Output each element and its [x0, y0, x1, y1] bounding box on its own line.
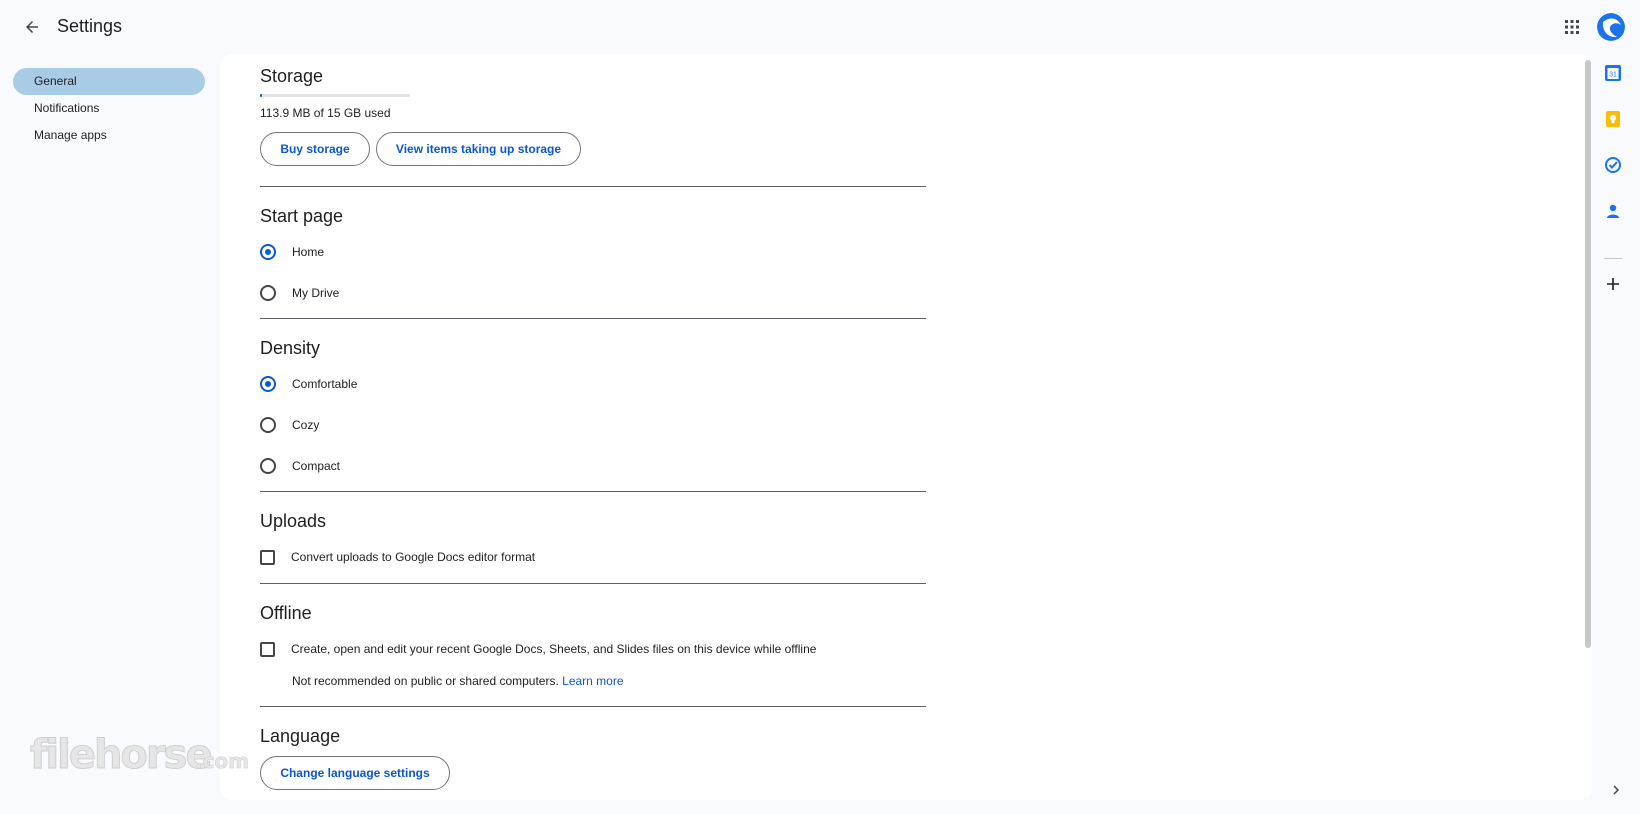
nav-item-general[interactable]: General: [13, 68, 205, 95]
svg-text:31: 31: [1609, 72, 1617, 79]
divider: [260, 491, 926, 492]
storage-usage-bar: [260, 94, 410, 97]
start-page-option-home[interactable]: Home: [260, 242, 324, 262]
account-avatar-icon: [1597, 13, 1625, 41]
checkbox-unchecked-icon[interactable]: [260, 549, 275, 565]
radio-selected-icon[interactable]: [260, 244, 276, 260]
option-label: Create, open and edit your recent Google…: [291, 642, 817, 656]
option-label: Cozy: [292, 418, 320, 432]
add-icon: [1607, 278, 1619, 290]
option-label: Compact: [292, 459, 341, 473]
change-language-button[interactable]: Change language settings: [260, 756, 450, 790]
rail-divider: [1604, 258, 1622, 259]
nav-item-manage-apps[interactable]: Manage apps: [13, 122, 205, 149]
svg-text:.com: .com: [195, 749, 249, 773]
arrow-back-icon: [26, 21, 38, 33]
tasks-icon: [1605, 157, 1621, 173]
filehorse-watermark: filehorse .com: [30, 732, 250, 782]
contacts-button[interactable]: [1600, 198, 1626, 224]
svg-text:filehorse: filehorse: [30, 736, 211, 778]
offline-enable-option[interactable]: Create, open and edit your recent Google…: [260, 639, 816, 659]
offline-note: Not recommended on public or shared comp…: [292, 674, 624, 688]
page-title: Settings: [57, 16, 123, 36]
chevron-right-icon: [1613, 785, 1620, 795]
keep-button[interactable]: [1600, 106, 1626, 132]
radio-unselected-icon[interactable]: [260, 285, 276, 301]
add-addon-button[interactable]: [1600, 271, 1626, 297]
divider: [260, 186, 926, 187]
buy-storage-button[interactable]: Buy storage: [260, 132, 370, 166]
density-option-compact[interactable]: Compact: [260, 456, 340, 476]
uploads-heading: Uploads: [260, 511, 327, 531]
divider: [260, 583, 926, 584]
radio-unselected-icon[interactable]: [260, 458, 276, 474]
option-label: Comfortable: [292, 377, 358, 391]
nav-item-notifications[interactable]: Notifications: [13, 95, 205, 122]
settings-nav: General Notifications Manage apps: [13, 68, 205, 149]
expand-side-panel-button[interactable]: [1608, 782, 1624, 798]
storage-heading: Storage: [260, 66, 324, 86]
checkbox-unchecked-icon[interactable]: [260, 641, 275, 657]
top-bar: Settings: [0, 0, 1640, 54]
offline-note-text: Not recommended on public or shared comp…: [292, 674, 559, 688]
tasks-button[interactable]: [1600, 152, 1626, 178]
storage-usage-fill: [260, 94, 262, 97]
start-page-option-my-drive[interactable]: My Drive: [260, 283, 339, 303]
density-option-cozy[interactable]: Cozy: [260, 415, 319, 435]
learn-more-link[interactable]: Learn more: [562, 674, 623, 688]
start-page-heading: Start page: [260, 206, 344, 226]
scrollbar[interactable]: [1585, 60, 1591, 648]
density-heading: Density: [260, 338, 321, 358]
offline-heading: Offline: [260, 603, 312, 623]
keep-icon: [1606, 111, 1620, 127]
radio-unselected-icon[interactable]: [260, 417, 276, 433]
language-heading: Language: [260, 726, 341, 746]
account-avatar[interactable]: [1597, 13, 1625, 41]
view-storage-items-button[interactable]: View items taking up storage: [376, 132, 581, 166]
apps-grid-icon: [1565, 20, 1579, 34]
radio-selected-icon[interactable]: [260, 376, 276, 392]
option-label: Home: [292, 245, 325, 259]
watermark-logo: filehorse .com: [30, 732, 250, 779]
apps-button[interactable]: [1557, 12, 1587, 42]
density-option-comfortable[interactable]: Comfortable: [260, 374, 357, 394]
option-label: Convert uploads to Google Docs editor fo…: [291, 550, 536, 564]
divider: [260, 318, 926, 319]
storage-usage-text: 113.9 MB of 15 GB used: [260, 106, 391, 120]
back-button[interactable]: [17, 12, 47, 42]
option-label: My Drive: [292, 286, 340, 300]
contacts-icon: [1607, 204, 1619, 218]
uploads-convert-option[interactable]: Convert uploads to Google Docs editor fo…: [260, 547, 535, 567]
calendar-icon: 31: [1605, 65, 1621, 81]
divider: [260, 706, 926, 707]
calendar-button[interactable]: 31: [1600, 60, 1626, 86]
